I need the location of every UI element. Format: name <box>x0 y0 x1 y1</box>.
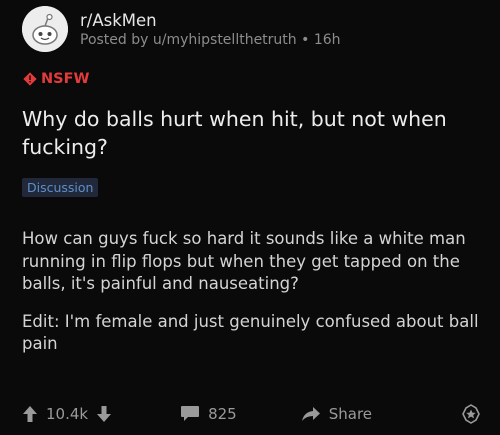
nsfw-badge: NSFW <box>23 71 89 87</box>
award-star-icon <box>462 404 480 424</box>
post-actions-bar: 10.4k 825 Share <box>22 400 482 428</box>
subreddit-name[interactable]: r/AskMen <box>80 11 341 30</box>
subreddit-avatar-icon[interactable] <box>22 6 68 52</box>
post-meta: r/AskMen Posted by u/myhipstellthetruth … <box>80 11 341 48</box>
nsfw-label: NSFW <box>41 71 90 87</box>
arrow-up-icon[interactable] <box>22 405 38 423</box>
comment-count: 825 <box>208 405 237 423</box>
post-body-paragraph: How can guys fuck so hard it sounds like… <box>22 229 466 293</box>
post-title[interactable]: Why do balls hurt when hit, but not when… <box>22 105 482 161</box>
post-flair[interactable]: Discussion <box>22 178 99 197</box>
vote-controls: 10.4k <box>22 405 112 423</box>
arrow-down-icon[interactable] <box>96 405 112 423</box>
share-button[interactable]: Share <box>301 405 372 423</box>
nsfw-diamond-icon <box>23 72 37 86</box>
share-label: Share <box>328 405 373 423</box>
post-header: r/AskMen Posted by u/myhipstellthetruth … <box>22 6 341 52</box>
award-button[interactable] <box>460 403 482 425</box>
posted-by: Posted by u/myhipstellthetruth • 16h <box>80 31 341 48</box>
vote-count: 10.4k <box>46 405 89 423</box>
share-arrow-icon <box>301 407 320 421</box>
post-body: How can guys fuck so hard it sounds like… <box>22 228 487 371</box>
comments-button[interactable]: 825 <box>180 405 237 423</box>
comment-bubble-icon <box>181 406 200 421</box>
post-body-paragraph: Edit: I'm female and just genuinely conf… <box>22 311 479 354</box>
